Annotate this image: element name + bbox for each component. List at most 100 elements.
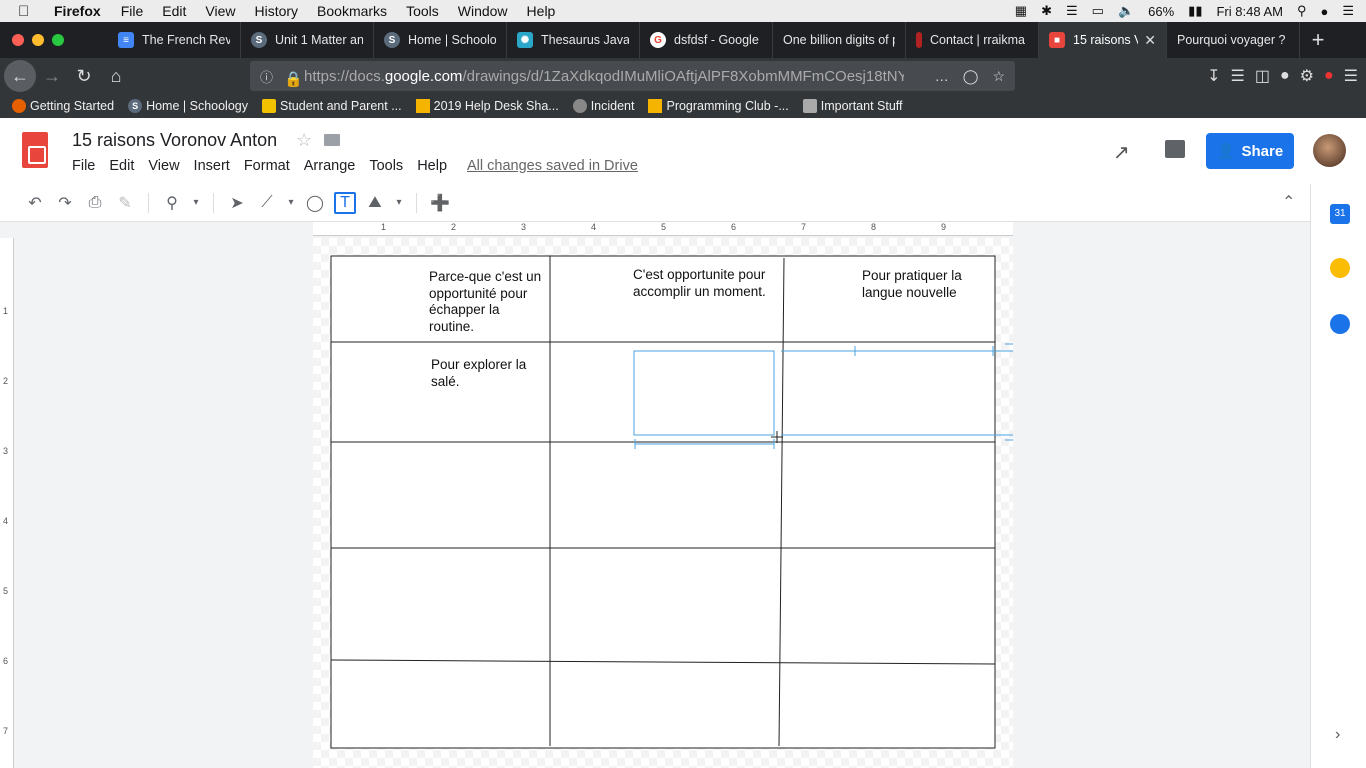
line-icon[interactable]: ⟋: [256, 192, 278, 214]
airplay-icon[interactable]: ▭: [1092, 3, 1104, 19]
docs-menu-edit[interactable]: Edit: [109, 158, 134, 174]
text-box-r1c2[interactable]: C'est opportunite pour accomplir un mome…: [633, 267, 783, 300]
docs-menu-help[interactable]: Help: [417, 158, 447, 174]
text-box-r2c1[interactable]: Pour explorer la salé.: [431, 357, 541, 390]
menu-view[interactable]: View: [205, 3, 235, 19]
shape-icon[interactable]: ◯: [304, 192, 326, 214]
profile-extension-icon[interactable]: ●: [1324, 67, 1334, 85]
docs-menu-insert[interactable]: Insert: [194, 158, 230, 174]
notification-center-icon[interactable]: ☰: [1342, 3, 1354, 19]
docs-menu-file[interactable]: File: [72, 158, 95, 174]
line-dropdown-icon[interactable]: ▾: [286, 192, 296, 214]
add-comment-icon[interactable]: ➕: [429, 192, 451, 214]
close-window-icon[interactable]: [12, 34, 24, 46]
wifi-icon[interactable]: ☰: [1066, 3, 1078, 19]
comments-icon[interactable]: [1165, 140, 1185, 158]
calendar-icon[interactable]: 31: [1330, 204, 1350, 224]
tab-billion-digits-pi[interactable]: One billion digits of pi: [773, 22, 906, 58]
spotlight-search-icon[interactable]: ⚲: [1297, 3, 1307, 19]
info-icon[interactable]: ⓘ: [260, 67, 273, 86]
address-bar[interactable]: ⓘ 🔒 https://docs.google.com/drawings/d/1…: [250, 61, 1015, 91]
paint-format-icon[interactable]: ✎: [114, 192, 136, 214]
downloads-icon[interactable]: ↧: [1207, 66, 1220, 86]
battery-icon[interactable]: ▮▮: [1188, 3, 1202, 19]
vertical-ruler[interactable]: 1 2 3 4 5 6 7: [0, 238, 14, 768]
share-button[interactable]: 👤 Share: [1206, 133, 1294, 169]
forward-icon[interactable]: →: [36, 60, 68, 92]
tab-contact[interactable]: Contact | rraikma: [906, 22, 1039, 58]
image-icon[interactable]: ⛰: [364, 192, 386, 214]
print-icon[interactable]: ⎙: [84, 192, 106, 214]
save-status[interactable]: All changes saved in Drive: [467, 158, 638, 174]
bookmark-student-parent[interactable]: Student and Parent ...: [262, 99, 402, 113]
back-icon[interactable]: ←: [4, 60, 36, 92]
close-tab-icon[interactable]: ✕: [1138, 32, 1156, 49]
bookmark-getting-started[interactable]: Getting Started: [12, 99, 114, 113]
menu-file[interactable]: File: [121, 3, 144, 19]
tab-french-revolution[interactable]: ≡ The French Revo: [108, 22, 241, 58]
new-tab-icon[interactable]: +: [1300, 27, 1336, 53]
tasks-icon[interactable]: [1330, 314, 1350, 334]
menu-edit[interactable]: Edit: [162, 3, 186, 19]
bluetooth-icon[interactable]: ✱: [1041, 3, 1052, 19]
tab-home-schoology[interactable]: S Home | Schoolog: [374, 22, 507, 58]
reload-icon[interactable]: ↻: [68, 60, 100, 92]
docs-menu-format[interactable]: Format: [244, 158, 290, 174]
volume-icon[interactable]: 🔈: [1118, 3, 1134, 19]
bookmark-important-stuff[interactable]: Important Stuff: [802, 99, 903, 113]
zoom-icon[interactable]: ⚲: [161, 192, 183, 214]
apple-icon[interactable]: : [18, 3, 36, 20]
image-dropdown-icon[interactable]: ▾: [394, 192, 404, 214]
star-icon[interactable]: ☆: [296, 130, 312, 151]
siri-icon[interactable]: ●: [1320, 4, 1328, 19]
undo-icon[interactable]: ↶: [24, 192, 46, 214]
docs-menu-arrange[interactable]: Arrange: [304, 158, 356, 174]
bookmark-star-icon[interactable]: ☆: [992, 68, 1005, 85]
minimize-window-icon[interactable]: [32, 34, 44, 46]
tab-unit1-matter[interactable]: S Unit 1 Matter and: [241, 22, 374, 58]
expand-panel-icon[interactable]: ›: [1335, 726, 1340, 744]
home-icon[interactable]: ⌂: [100, 60, 132, 92]
menu-bookmarks[interactable]: Bookmarks: [317, 3, 387, 19]
bookmark-programming-club[interactable]: Programming Club -...: [648, 99, 789, 113]
folder-icon[interactable]: [324, 134, 340, 146]
extension-icon[interactable]: ⚙: [1300, 66, 1314, 86]
drawing-page[interactable]: Parce-que c'est un opportunité pour écha…: [313, 238, 1013, 768]
tab-pourquoi-voyager[interactable]: Pourquoi voyager ? V: [1167, 22, 1300, 58]
sidebar-icon[interactable]: ◫: [1255, 66, 1270, 86]
bookmark-help-desk[interactable]: 2019 Help Desk Sha...: [415, 99, 559, 113]
select-arrow-icon[interactable]: ➤: [226, 192, 248, 214]
menu-history[interactable]: History: [254, 3, 298, 19]
zoom-dropdown-icon[interactable]: ▾: [191, 192, 201, 214]
tab-15-raisons[interactable]: ■15 raisons Vo✕: [1039, 22, 1167, 58]
redo-icon[interactable]: ↷: [54, 192, 76, 214]
menu-help[interactable]: Help: [527, 3, 556, 19]
keep-icon[interactable]: [1330, 258, 1350, 278]
menu-hamburger-icon[interactable]: ☰: [1344, 66, 1358, 86]
tab-dsfdsf-google[interactable]: Gdsfdsf - Google S: [640, 22, 773, 58]
menu-window[interactable]: Window: [458, 3, 508, 19]
collapse-toolbar-icon[interactable]: ⌃: [1282, 192, 1295, 212]
activity-trend-icon[interactable]: ↗: [1113, 140, 1130, 165]
text-box-r1c1[interactable]: Parce-que c'est un opportunité pour écha…: [429, 269, 549, 335]
document-title[interactable]: 15 raisons Voronov Anton: [72, 130, 277, 151]
zoom-window-icon[interactable]: [52, 34, 64, 46]
box-icon[interactable]: ▦: [1015, 3, 1027, 19]
menu-tools[interactable]: Tools: [406, 3, 439, 19]
pocket-icon[interactable]: ◯: [963, 68, 979, 85]
docs-menu-tools[interactable]: Tools: [369, 158, 403, 174]
drawings-logo-icon[interactable]: [22, 132, 48, 168]
horizontal-ruler[interactable]: 1 2 3 4 5 6 7 8 9: [313, 222, 1013, 236]
app-menu-firefox[interactable]: Firefox: [54, 3, 101, 19]
library-icon[interactable]: ☰: [1231, 66, 1245, 86]
tab-thesaurus[interactable]: ✺ Thesaurus Javas: [507, 22, 640, 58]
text-box-icon[interactable]: T: [334, 191, 356, 214]
docs-menu-view[interactable]: View: [148, 158, 179, 174]
bookmark-incident[interactable]: Incident: [572, 99, 634, 113]
bookmark-home-schoology[interactable]: S Home | Schoology: [128, 99, 248, 113]
text-box-r1c3[interactable]: Pour pratiquer la langue nouvelle: [862, 268, 992, 301]
page-actions-icon[interactable]: …: [935, 68, 949, 85]
avatar[interactable]: [1313, 134, 1346, 167]
clock[interactable]: Fri 8:48 AM: [1216, 4, 1282, 19]
account-icon[interactable]: ●: [1280, 67, 1290, 85]
